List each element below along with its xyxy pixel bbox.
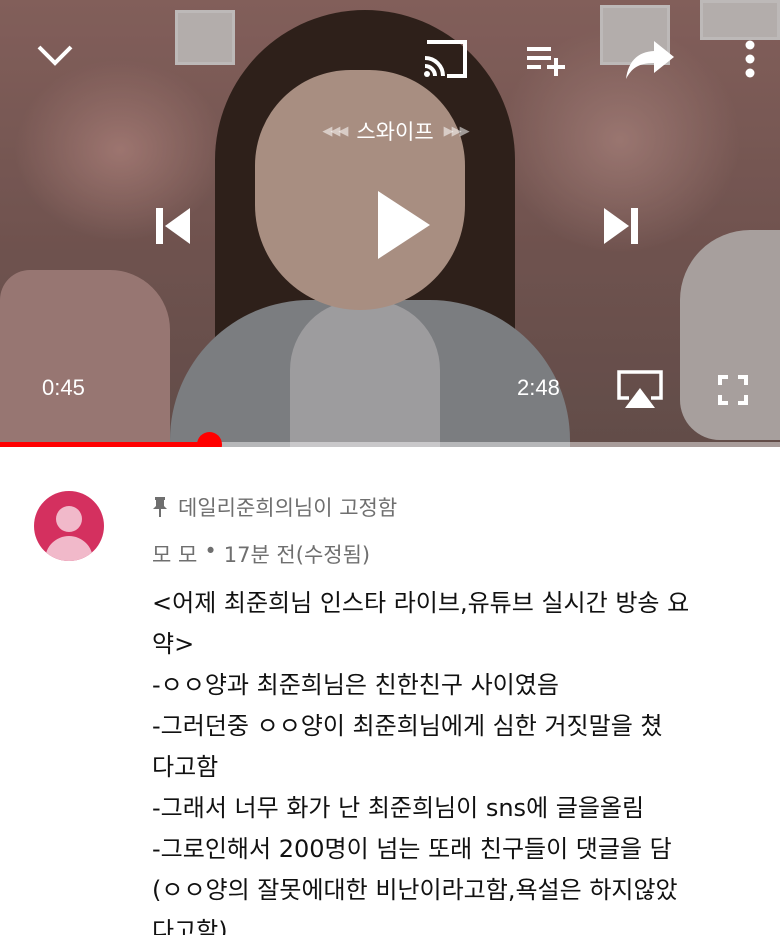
- next-button[interactable]: [593, 198, 649, 254]
- previous-button[interactable]: [145, 198, 201, 254]
- elapsed-time: 0:45: [42, 375, 85, 400]
- add-to-playlist-button[interactable]: [520, 36, 570, 82]
- comment-meta: 모 모 • 17분 전(수정됨): [152, 539, 370, 569]
- comment-line: -그로인해서 200명이 넘는 또래 친구들이 댓글을 담: [152, 835, 672, 863]
- swipe-label: 스와이프: [356, 120, 434, 144]
- comment-line: <어제 최준희님 인스타 라이브,유튜브 실시간 방송 요: [152, 589, 690, 617]
- pinned-indicator: 데일리준희의님이 고정함: [152, 492, 397, 522]
- play-button[interactable]: [365, 183, 441, 267]
- meta-separator: •: [204, 539, 217, 563]
- fullscreen-icon: [718, 375, 748, 405]
- comment-line: 다고함: [152, 753, 219, 781]
- comment-line: -ㅇㅇ양과 최준희님은 친한친구 사이였음: [152, 671, 559, 699]
- collapse-button[interactable]: [30, 30, 80, 80]
- comment-author[interactable]: 모 모: [152, 539, 197, 569]
- airplay-icon: [617, 370, 663, 408]
- comment-body: <어제 최준희님 인스타 라이브,유튜브 실시간 방송 요 약> -ㅇㅇ양과 최…: [152, 583, 762, 935]
- cast-icon: [424, 40, 467, 78]
- avatar[interactable]: [34, 491, 104, 561]
- more-options-button[interactable]: [735, 34, 765, 84]
- play-icon: [378, 191, 430, 259]
- more-vertical-icon: [745, 40, 755, 78]
- comment-line: (ㅇㅇ양의 잘못에대한 비난이라고함,욕설은 하지않았: [152, 876, 678, 904]
- airplay-button[interactable]: [612, 366, 668, 412]
- comment-line: -그래서 너무 화가 난 최준희님이 sns에 글을올림: [152, 794, 645, 822]
- pinned-label: 데일리준희의님이 고정함: [178, 496, 398, 520]
- comment-line: 다고함): [152, 917, 228, 935]
- comment-line: -그러던중 ㅇㅇ양이 최준희님에게 심한 거짓말을 쳤: [152, 712, 663, 740]
- pinned-comment: 데일리준희의님이 고정함 모 모 • 17분 전(수정됨) <어제 최준희님 인…: [0, 447, 780, 935]
- share-button[interactable]: [622, 34, 678, 84]
- skip-previous-icon: [156, 208, 190, 244]
- comment-line: 약>: [152, 630, 195, 658]
- swipe-left-arrows: ◀◀◀: [322, 123, 348, 139]
- cast-button[interactable]: [418, 34, 474, 84]
- swipe-hint: ◀◀◀ 스와이프 ▶▶▶: [280, 116, 510, 146]
- video-player[interactable]: ◀◀◀ 스와이프 ▶▶▶ 0:45 2:48: [0, 0, 780, 447]
- fullscreen-button[interactable]: [713, 370, 753, 410]
- pin-icon: [153, 497, 167, 517]
- duration-time: 2:48: [517, 375, 560, 400]
- chevron-down-icon: [37, 45, 73, 66]
- skip-next-icon: [604, 208, 638, 244]
- comment-timestamp: 17분 전(수정됨): [223, 543, 371, 567]
- share-icon: [626, 41, 674, 79]
- playlist-add-icon: [527, 47, 565, 76]
- swipe-right-arrows: ▶▶▶: [443, 123, 470, 139]
